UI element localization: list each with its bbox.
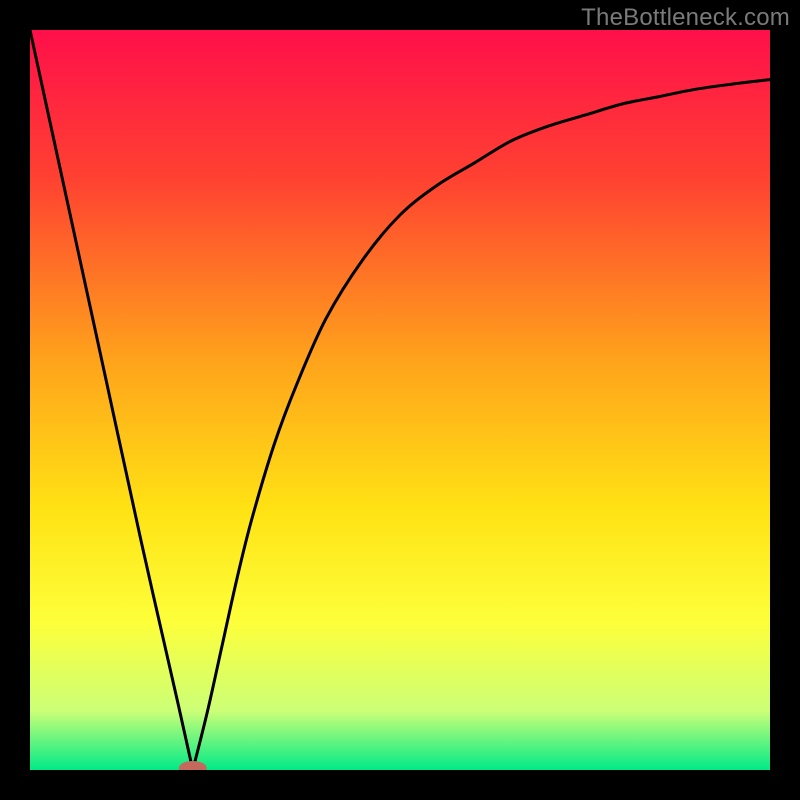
chart-svg: [30, 30, 770, 770]
watermark-text: TheBottleneck.com: [581, 4, 790, 32]
gradient-bg: [30, 30, 770, 770]
chart-frame: TheBottleneck.com: [0, 0, 800, 800]
plot-area: [30, 30, 770, 770]
